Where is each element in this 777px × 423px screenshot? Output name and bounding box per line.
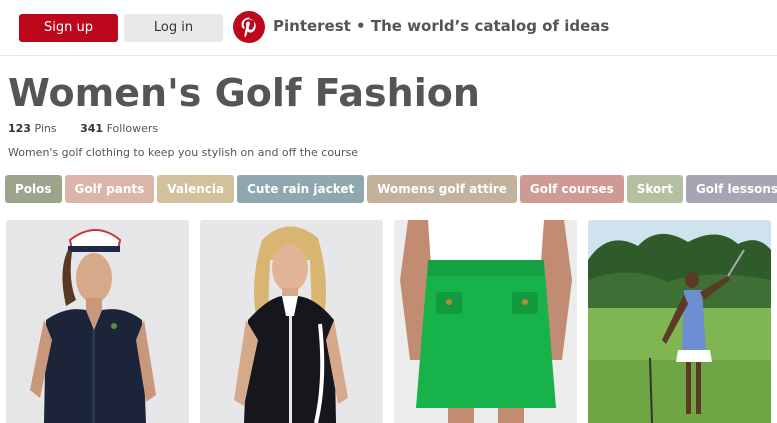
- pin-green-skort[interactable]: [394, 220, 577, 423]
- tag-womens-golf-attire[interactable]: Womens golf attire: [367, 175, 517, 203]
- signup-button[interactable]: Sign up: [19, 14, 118, 42]
- tag-golf-pants[interactable]: Golf pants: [64, 175, 155, 203]
- pin-navy-polo-visor[interactable]: [6, 220, 189, 423]
- followers-label: Followers: [106, 122, 159, 135]
- pinterest-logo-icon[interactable]: [233, 11, 265, 43]
- related-tags: Polos Golf pants Valencia Cute rain jacket W…: [5, 175, 777, 203]
- top-bar: Sign up Log in Pinterest • The world’s c…: [0, 0, 777, 56]
- tag-golf-courses[interactable]: Golf courses: [519, 175, 624, 203]
- tag-valencia[interactable]: Valencia: [157, 175, 235, 203]
- tag-polos[interactable]: Polos: [5, 175, 62, 203]
- followers-count: 341: [80, 122, 104, 135]
- tag-skort[interactable]: Skort: [626, 175, 683, 203]
- login-button[interactable]: Log in: [124, 14, 223, 42]
- tag-golf-lessons[interactable]: Golf lessons: [685, 175, 777, 203]
- pins-count: 123: [8, 122, 31, 135]
- board-title: Women's Golf Fashion: [8, 71, 480, 115]
- tag-cute-rain-jacket[interactable]: Cute rain jacket: [237, 175, 365, 203]
- pin-golfer-on-course[interactable]: [588, 220, 771, 423]
- pins-label: Pins: [34, 122, 57, 135]
- pins-stat[interactable]: 123 Pins: [8, 121, 57, 137]
- followers-stat[interactable]: 341 Followers: [80, 121, 158, 137]
- board-description: Women's golf clothing to keep you stylis…: [8, 146, 359, 159]
- board-stats: 123 Pins 341 Followers: [8, 121, 178, 137]
- header-tagline: Pinterest • The world’s catalog of ideas: [273, 17, 610, 35]
- pin-black-zip-dress[interactable]: [200, 220, 383, 423]
